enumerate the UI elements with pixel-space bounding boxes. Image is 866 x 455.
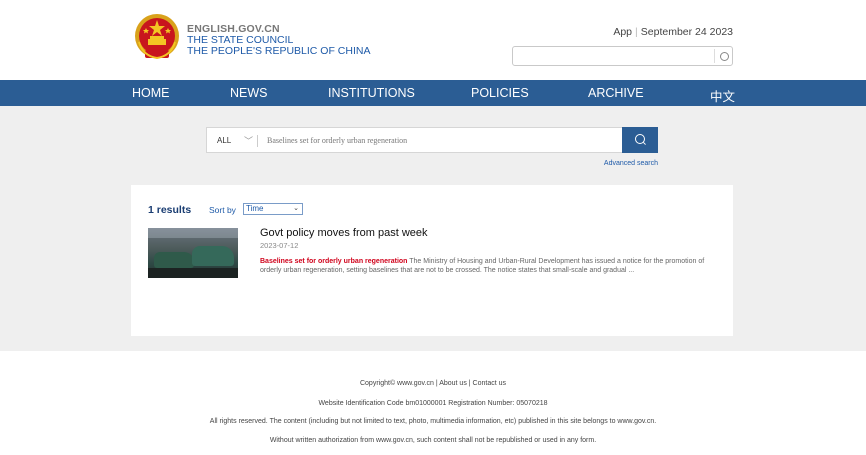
result-date: 2023-07-12 <box>260 241 299 250</box>
nav-item-policies[interactable]: POLICIES <box>471 86 529 100</box>
nav-item-news[interactable]: NEWS <box>230 86 268 100</box>
top-right-info: App | September 24 2023 <box>613 26 733 38</box>
results-panel: 1 results Sort by Time ⌄ Govt policy mov… <box>131 185 733 336</box>
divider <box>257 135 258 147</box>
advanced-search-link[interactable]: Advanced search <box>604 160 658 167</box>
footer-identification: Website Identification Code bm01000001 R… <box>318 400 548 407</box>
search-input[interactable]: Baselines set for orderly urban regenera… <box>267 136 407 145</box>
nav-item-institutions[interactable]: INSTITUTIONS <box>328 86 415 100</box>
sort-label: Sort by <box>209 205 236 215</box>
national-emblem-icon[interactable] <box>133 12 181 62</box>
top-search-input[interactable] <box>512 46 733 66</box>
current-date: September 24 2023 <box>640 26 733 38</box>
result-highlight: Baselines set for orderly urban regenera… <box>260 258 408 265</box>
nav-item-chinese[interactable]: 中文 <box>710 86 735 105</box>
chevron-down-icon: ⌄ <box>293 205 299 212</box>
thumb-car <box>192 246 234 266</box>
chevron-down-icon[interactable]: ﹀ <box>244 134 253 147</box>
brand-block[interactable]: ENGLISH.GOV.CN THE STATE COUNCIL THE PEO… <box>187 24 370 57</box>
footer-authorization: Without written authorization from www.g… <box>269 437 597 444</box>
nav-item-archive[interactable]: ARCHIVE <box>588 86 644 100</box>
search-button[interactable] <box>622 127 658 153</box>
app-link[interactable]: App <box>613 26 632 38</box>
result-snippet: Baselines set for orderly urban regenera… <box>260 257 720 275</box>
footer-rights: All rights reserved. The content (includ… <box>209 418 657 425</box>
result-thumbnail[interactable] <box>148 228 238 278</box>
separator: | <box>635 26 638 38</box>
thumb-floor <box>148 268 238 278</box>
search-scope-select[interactable]: ALL <box>217 136 231 145</box>
footer: Copyright© www.gov.cn | About us | Conta… <box>0 351 866 455</box>
search-bar: ALL ﹀ Baselines set for orderly urban re… <box>206 127 658 153</box>
result-title[interactable]: Govt policy moves from past week <box>260 227 428 239</box>
thumb-light <box>148 228 238 238</box>
footer-copyright[interactable]: Copyright© www.gov.cn | About us | Conta… <box>0 380 866 387</box>
content-area: ALL ﹀ Baselines set for orderly urban re… <box>0 106 866 351</box>
thumb-car <box>154 252 194 268</box>
main-nav: HOME NEWS INSTITUTIONS POLICIES ARCHIVE … <box>0 80 866 106</box>
nav-item-home[interactable]: HOME <box>132 86 170 100</box>
header: ENGLISH.GOV.CN THE STATE COUNCIL THE PEO… <box>0 0 866 80</box>
search-icon[interactable] <box>714 49 730 63</box>
sort-value: Time <box>246 204 264 213</box>
results-count: 1 results <box>148 204 192 216</box>
sort-select[interactable]: Time ⌄ <box>243 203 303 215</box>
brand-line-2: THE PEOPLE'S REPUBLIC OF CHINA <box>187 45 371 57</box>
